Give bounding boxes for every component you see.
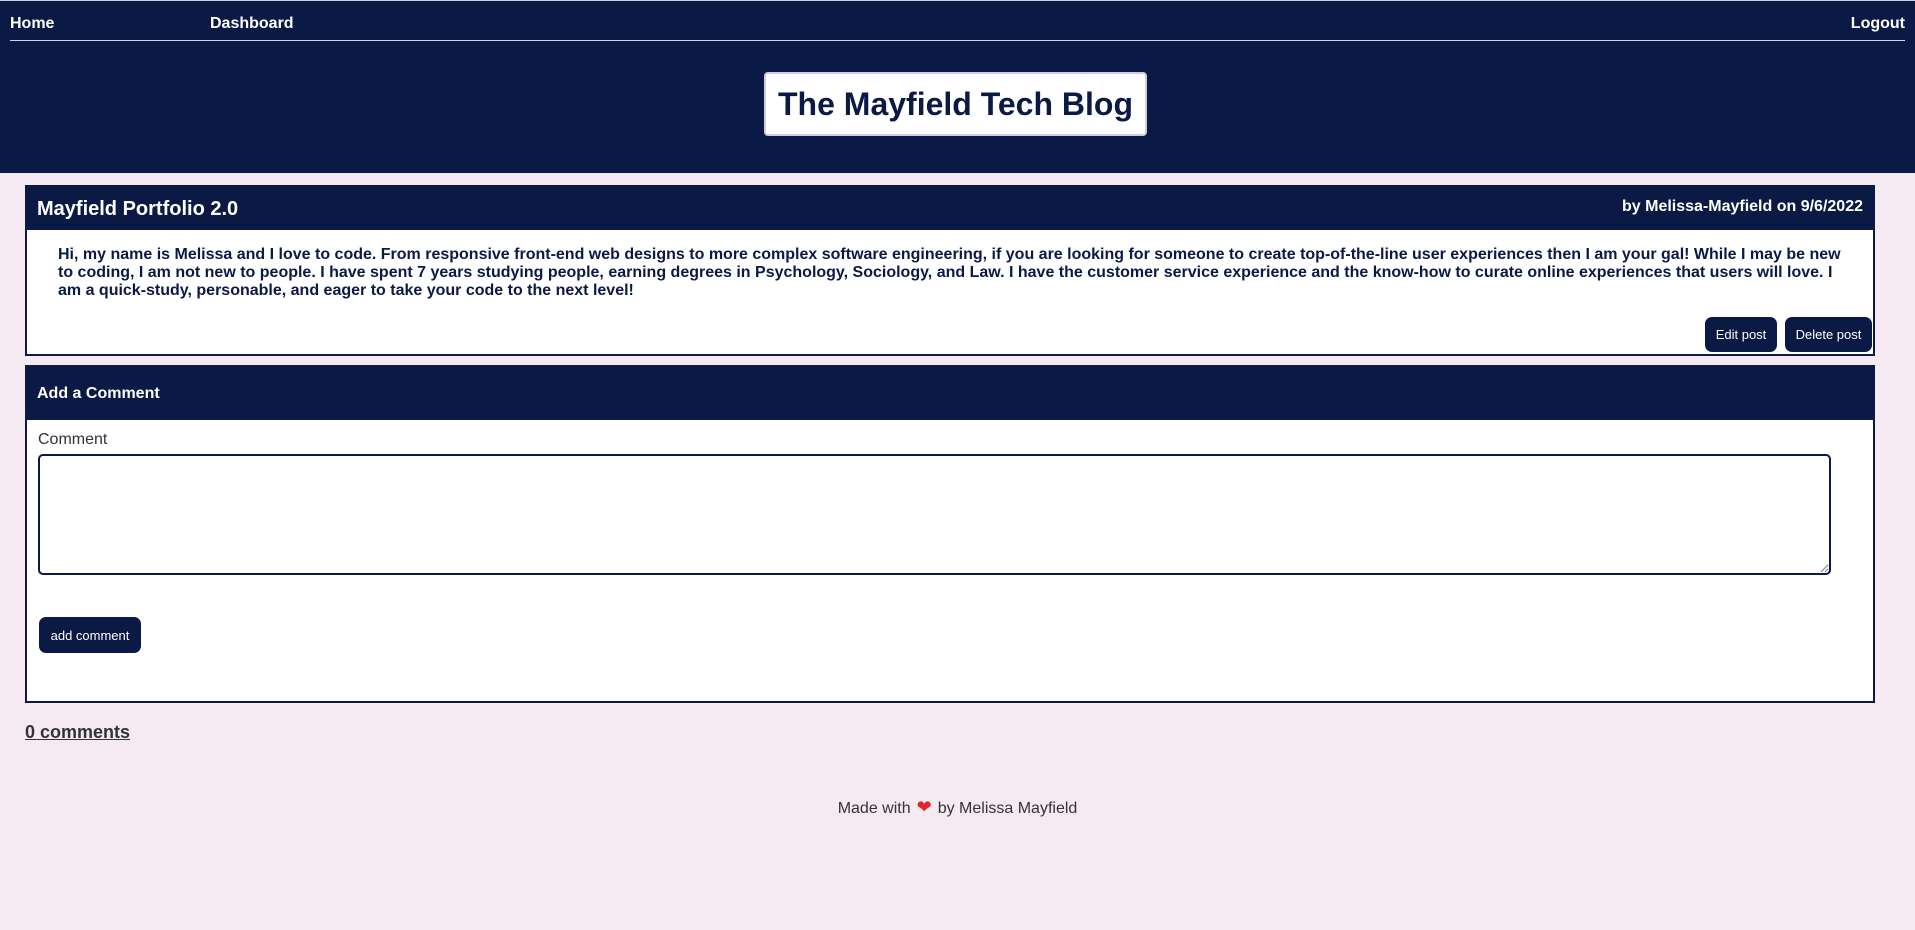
comment-textarea[interactable] (38, 454, 1831, 575)
delete-post-button[interactable]: Delete post (1785, 317, 1872, 352)
post-header: Mayfield Portfolio 2.0 by Melissa-Mayfie… (27, 187, 1873, 230)
post-meta: by Melissa-Mayfield on 9/6/2022 (1622, 198, 1863, 215)
nav-logout-link[interactable]: Logout (1851, 15, 1905, 33)
footer-suffix: by Melissa Mayfield (937, 800, 1078, 817)
site-title: The Mayfield Tech Blog (764, 72, 1147, 136)
comments-count-link[interactable]: 0 comments (25, 722, 130, 743)
comment-label: Comment (38, 431, 108, 448)
edit-post-button[interactable]: Edit post (1705, 317, 1777, 352)
post-card: Mayfield Portfolio 2.0 by Melissa-Mayfie… (25, 185, 1875, 356)
heart-icon: ❤ (916, 797, 932, 817)
comment-form-title: Add a Comment (37, 385, 160, 402)
add-comment-button[interactable]: add comment (39, 617, 141, 653)
post-title: Mayfield Portfolio 2.0 (37, 198, 239, 220)
comment-form: Add a Comment Comment add comment (25, 365, 1875, 703)
main-nav: Home Dashboard Logout (10, 1, 1905, 41)
site-header: Home Dashboard Logout The Mayfield Tech … (0, 0, 1915, 173)
post-body: Hi, my name is Melissa and I love to cod… (58, 246, 1841, 299)
footer-prefix: Made with (837, 800, 911, 817)
site-footer: Made with ❤ by Melissa Mayfield (0, 797, 1915, 818)
nav-dashboard-link[interactable]: Dashboard (210, 15, 294, 33)
nav-home-link[interactable]: Home (10, 15, 54, 33)
comment-form-header: Add a Comment (27, 367, 1873, 420)
